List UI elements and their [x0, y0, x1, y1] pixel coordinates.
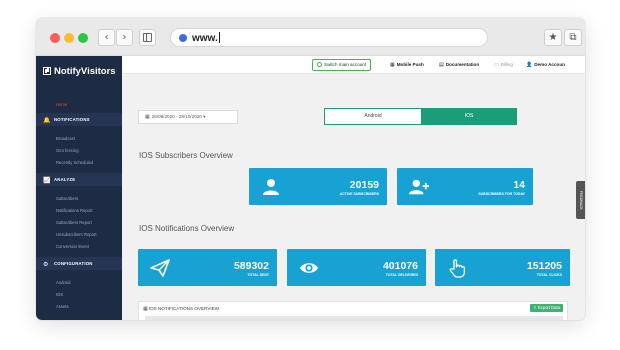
switch-account-button[interactable]: Switch main account — [312, 59, 372, 71]
sidebar-item-geo-fencing[interactable]: Geo fencing — [56, 148, 79, 153]
maximize-window-button[interactable] — [78, 33, 88, 43]
eye-icon — [299, 263, 319, 273]
back-button[interactable]: ‹ — [98, 29, 115, 46]
user-add-icon — [409, 179, 429, 195]
total-clicks-value: 151205 — [526, 260, 562, 272]
sidebar-item-conversion-event[interactable]: Conversion Event — [56, 244, 89, 249]
pointer-hand-icon — [449, 259, 466, 278]
chart-bar-icon — [43, 67, 51, 75]
tab-ios[interactable]: IOS — [421, 109, 517, 124]
sidebar-section-configuration[interactable]: ⚙ CONFIGURATION — [36, 257, 122, 270]
copy-icon: ⧉ — [569, 32, 577, 43]
active-subscribers-label: ACTIVE SUBSCRIBERS — [339, 192, 379, 196]
chart-line-icon: 📈 — [43, 176, 51, 184]
sidebar-section-analyze[interactable]: 📈 ANALYZE — [36, 173, 122, 186]
total-delivered-label: TOTAL DELIVERED — [385, 273, 418, 277]
switch-icon — [317, 62, 322, 67]
subscribers-today-card: 14 SUBSCRIBERS FOR TODAY — [397, 168, 533, 205]
bell-icon: 🔔 — [43, 116, 51, 124]
table-icon: ▦ — [143, 306, 148, 312]
subscribers-today-value: 14 — [513, 179, 525, 191]
browser-chrome: ‹ › www. ★ ⧉ — [36, 18, 585, 56]
bookmark-button[interactable]: ★ — [544, 29, 562, 46]
url-text: www. — [192, 32, 220, 44]
user-icon — [263, 179, 279, 195]
total-clicks-card: 151205 TOTAL CLICKS — [435, 249, 570, 286]
notifications-overview-table-title: ▦IOS NOTIFICATIONS OVERVIEW — [143, 306, 220, 312]
feedback-tab[interactable]: FEEDBACK — [576, 181, 585, 219]
sidebar-toggle-button[interactable] — [139, 29, 156, 46]
sidebar-item-assets[interactable]: Assets — [56, 304, 69, 309]
tab-android[interactable]: Android — [325, 109, 421, 124]
gear-icon: ⚙ — [43, 260, 49, 268]
forward-button[interactable]: › — [116, 29, 133, 46]
new-window-button[interactable]: ⧉ — [564, 29, 582, 46]
paper-plane-icon — [150, 259, 170, 277]
date-range-picker[interactable]: ▦ 28/09/2020 - 28/10/2020 ▾ — [138, 110, 238, 124]
text-cursor — [218, 32, 220, 43]
star-icon: ★ — [548, 32, 558, 43]
platform-tabs: Android IOS — [324, 108, 517, 125]
subscribers-overview-title: IOS Subscribers Overview — [139, 151, 233, 160]
subscribers-today-label: SUBSCRIBERS FOR TODAY — [478, 192, 525, 196]
total-sent-value: 589302 — [233, 260, 269, 272]
sidebar-item-subscribers[interactable]: Subscribers — [56, 196, 78, 201]
chevron-right-icon: › — [122, 32, 127, 43]
sidebar-item-android[interactable]: Android — [56, 280, 70, 285]
notifications-overview-title: IOS Notifications Overview — [139, 224, 235, 233]
total-sent-card: 589302 TOTAL SENT — [138, 249, 277, 286]
active-subscribers-value: 20159 — [349, 179, 379, 191]
sidebar-item-recently-scheduled[interactable]: Recently Scheduled — [56, 160, 93, 165]
user-icon: 👤 — [526, 62, 533, 68]
sidebar-item-notifications-report[interactable]: Notifications Report — [56, 208, 93, 213]
mobile-push-link[interactable]: ▦ Mobile Push — [390, 62, 424, 68]
notifications-overview-panel: ▦IOS NOTIFICATIONS OVERVIEW ⇪ Export Dat… — [138, 301, 568, 320]
total-delivered-card: 401076 TOTAL DELIVERED — [287, 249, 426, 286]
grid-icon: ▦ — [390, 62, 395, 68]
card-icon: ▭ — [494, 62, 499, 68]
total-sent-label: TOTAL SENT — [247, 273, 269, 277]
account-menu[interactable]: 👤 Demo Accoun — [526, 62, 565, 68]
total-delivered-value: 401076 — [382, 260, 418, 272]
brand-logo[interactable]: NotifyVisitors — [43, 66, 116, 77]
sidebar-section-notifications[interactable]: 🔔 NOTIFICATIONS — [36, 113, 122, 126]
globe-icon — [179, 34, 187, 42]
table-header-row — [145, 316, 563, 320]
chevron-left-icon: ‹ — [104, 32, 109, 43]
sidebar: NotifyVisitors Home 🔔 NOTIFICATIONS Broa… — [36, 56, 122, 320]
active-subscribers-card: 20159 ACTIVE SUBSCRIBERS — [249, 168, 387, 205]
sidebar-item-ios[interactable]: IOS — [56, 292, 63, 297]
caret-down-icon: ▾ — [201, 114, 206, 119]
sidebar-item-subscribers-report[interactable]: Subscribers Report — [56, 220, 92, 225]
calendar-icon: ▦ — [145, 114, 150, 120]
sidebar-icon — [143, 33, 152, 42]
browser-window: ‹ › www. ★ ⧉ NotifyVisitors Home 🔔 NOTIF… — [36, 18, 585, 320]
documentation-link[interactable]: ▤ Documentation — [439, 62, 479, 68]
document-icon: ▤ — [439, 62, 444, 68]
close-window-button[interactable] — [50, 33, 60, 43]
sidebar-item-broadcast[interactable]: Broadcast — [56, 136, 75, 141]
total-clicks-label: TOTAL CLICKS — [536, 273, 562, 277]
main-content: Switch main account ▦ Mobile Push ▤ Docume… — [122, 56, 585, 320]
sidebar-item-home[interactable]: Home — [56, 102, 67, 107]
top-navbar: Switch main account ▦ Mobile Push ▤ Docume… — [122, 56, 585, 74]
minimize-window-button[interactable] — [64, 33, 74, 43]
export-data-button[interactable]: ⇪ Export Data — [530, 304, 563, 312]
sidebar-item-unsubscribers-report[interactable]: Unsubscribers Report — [56, 232, 97, 237]
address-bar[interactable]: www. — [170, 28, 488, 47]
billing-link[interactable]: ▭ Billing — [494, 62, 513, 68]
